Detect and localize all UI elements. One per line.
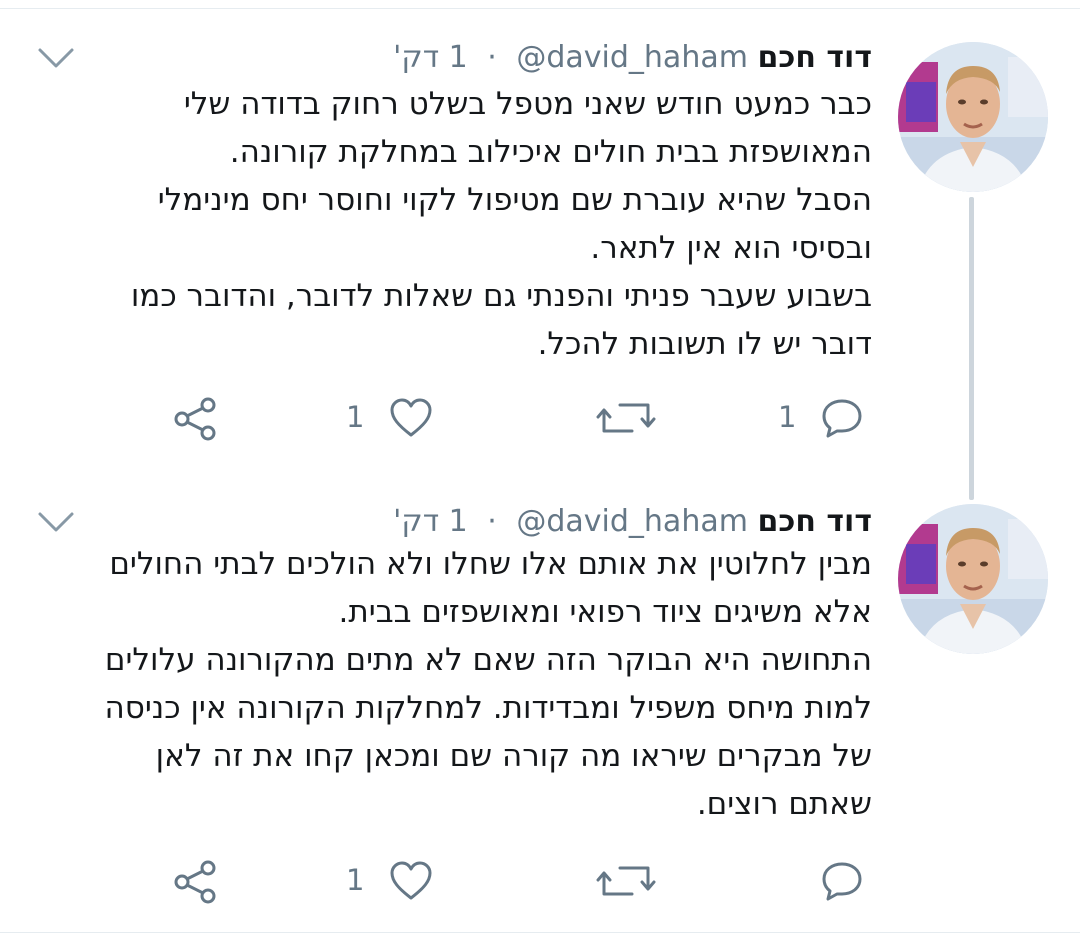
tweet-text: כבר כמעט חודש שאני מטפל בשלט רחוק בדודה …	[42, 80, 872, 368]
author-handle[interactable]: @david_haham	[516, 40, 748, 75]
share-icon	[174, 397, 216, 441]
tweet-actions: 1 1	[0, 393, 1080, 443]
tweet-text-line: המאושפזת בבית חולים איכילוב במחלקת קורונ…	[229, 134, 872, 170]
chevron-down-icon[interactable]	[36, 42, 76, 72]
retweet-icon	[596, 403, 656, 433]
tweet-text-line: למות מיחס משפיל ומבדידות. למחלקות הקורונ…	[104, 690, 872, 726]
tweet-text-line: כבר כמעט חודש שאני מטפל בשלט רחוק בדודה …	[183, 86, 872, 122]
tweet-text-line: ובסיסי הוא אין לתאר.	[590, 230, 872, 266]
avatar[interactable]	[898, 42, 1048, 192]
tweet-text-line: שאתם רוצים.	[696, 786, 872, 822]
reply-button[interactable]	[772, 856, 872, 906]
reply-count: 1	[778, 400, 797, 434]
retweet-button[interactable]	[596, 393, 666, 443]
author-name[interactable]: דוד חכם	[757, 40, 872, 75]
reply-icon	[822, 862, 862, 901]
tweet[interactable]: דוד חכם @david_haham · 1 דק' כבר כמעט חו…	[0, 0, 1080, 470]
tweet-text-line: בשבוע שעבר פניתי והפנתי גם שאלות לדובר, …	[130, 278, 872, 314]
chevron-down-icon[interactable]	[36, 506, 76, 536]
author-name[interactable]: דוד חכם	[757, 504, 872, 539]
share-button[interactable]	[172, 393, 222, 443]
tweet-text-line: הסבל שהיא עוברת שם מטיפול לקוי וחוסר יחס…	[157, 182, 872, 218]
separator-dot: ·	[487, 504, 497, 539]
tweet-header: דוד חכם @david_haham · 1 דק'	[72, 38, 872, 78]
like-icon	[390, 861, 432, 900]
tweet-text-line: של מבקרים שיראו מה קורה שם ומכאן קחו את …	[155, 738, 872, 774]
tweet-text-line: מבין לחלוטין את אותם אלו שחלו ולא הולכים…	[109, 546, 872, 582]
tweet-text-line: דובר יש לו תשובות להכל.	[537, 326, 872, 362]
tweet-text-line: התחושה היא הבוקר הזה שאם לא מתים מהקורונ…	[104, 642, 872, 678]
tweet[interactable]: דוד חכם @david_haham · 1 דק' מבין לחלוטי…	[0, 470, 1080, 932]
tweet-header: דוד חכם @david_haham · 1 דק'	[72, 502, 872, 542]
like-count: 1	[346, 400, 365, 434]
separator-dot: ·	[487, 40, 497, 75]
bottom-divider	[0, 932, 1080, 933]
like-button[interactable]: 1	[340, 856, 440, 906]
tweet-actions: 1	[0, 856, 1080, 906]
like-icon	[390, 398, 432, 437]
retweet-button[interactable]	[596, 856, 666, 906]
avatar[interactable]	[898, 504, 1048, 654]
tweet-timestamp[interactable]: 1 דק'	[393, 40, 468, 75]
author-handle[interactable]: @david_haham	[516, 504, 748, 539]
tweet-text-line: אלא משיגים ציוד רפואי ומאושפזים בבית.	[338, 594, 872, 630]
like-button[interactable]: 1	[340, 393, 440, 443]
reply-icon	[822, 399, 862, 438]
tweet-text: מבין לחלוטין את אותם אלו שחלו ולא הולכים…	[42, 540, 872, 828]
tweet-timestamp[interactable]: 1 דק'	[393, 504, 468, 539]
like-count: 1	[346, 863, 365, 897]
retweet-icon	[596, 866, 656, 896]
share-icon	[174, 860, 216, 904]
share-button[interactable]	[172, 856, 222, 906]
reply-button[interactable]: 1	[772, 393, 872, 443]
